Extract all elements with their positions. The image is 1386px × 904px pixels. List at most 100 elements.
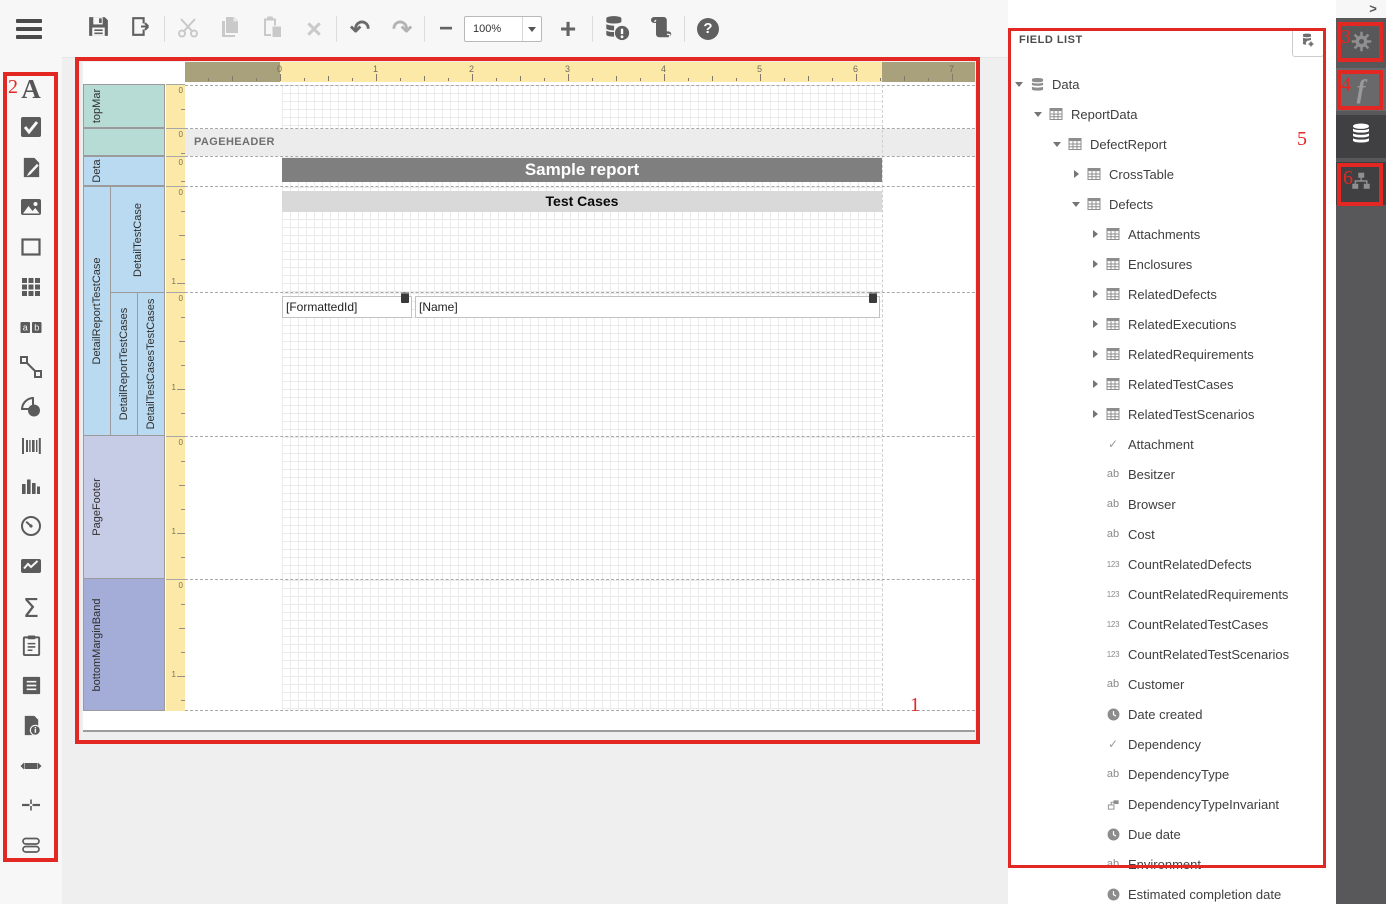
gauge-tool[interactable] bbox=[0, 509, 62, 549]
label-tool[interactable]: A bbox=[0, 70, 62, 110]
picture-tool[interactable] bbox=[0, 190, 62, 230]
band-row-bottom-margin[interactable] bbox=[185, 580, 975, 710]
tree-item[interactable]: abBrowser bbox=[1008, 489, 1336, 519]
tree-item[interactable]: RelatedRequirements bbox=[1008, 339, 1336, 369]
chevron-right-icon[interactable] bbox=[1086, 410, 1104, 418]
report-title-label[interactable]: Sample report bbox=[282, 158, 882, 182]
design-surface[interactable]: 01234567 00001010101 PAGEHEADER Sample r… bbox=[83, 62, 975, 732]
clipboard-tool[interactable] bbox=[0, 628, 62, 668]
data-dictionary-button[interactable] bbox=[1336, 115, 1386, 158]
chevron-down-icon[interactable] bbox=[1029, 112, 1047, 117]
field-list-options-button[interactable] bbox=[1292, 28, 1324, 57]
chevron-right-icon[interactable] bbox=[1086, 290, 1104, 298]
subreport-tool[interactable] bbox=[0, 828, 62, 868]
tree-item[interactable]: 123CountRelatedTestScenarios bbox=[1008, 639, 1336, 669]
band-row-detail-report-test-cases[interactable]: [FormattedId] [Name] bbox=[185, 293, 975, 436]
band-row-detail-test-case[interactable]: Test Cases bbox=[185, 187, 975, 292]
cross-band-tool[interactable] bbox=[0, 748, 62, 788]
paste-button[interactable] bbox=[254, 11, 290, 47]
band-label-detail-report-test-cases[interactable]: DetailReportTestCases bbox=[110, 292, 138, 436]
chart-tool[interactable] bbox=[0, 469, 62, 509]
chevron-right-icon[interactable] bbox=[1086, 320, 1104, 328]
tree-item[interactable]: DependencyTypeInvariant bbox=[1008, 789, 1336, 819]
richtext-tool[interactable] bbox=[0, 150, 62, 190]
tree-item[interactable]: 123CountRelatedRequirements bbox=[1008, 579, 1336, 609]
chevron-right-icon[interactable] bbox=[1067, 170, 1085, 178]
chevron-right-icon[interactable] bbox=[1086, 350, 1104, 358]
undo-button[interactable]: ↶ bbox=[342, 11, 378, 47]
tree-item[interactable]: RelatedDefects bbox=[1008, 279, 1336, 309]
toc-tool[interactable] bbox=[0, 668, 62, 708]
page-break-tool[interactable] bbox=[0, 788, 62, 828]
tree-item[interactable]: RelatedTestScenarios bbox=[1008, 399, 1336, 429]
tree-item[interactable]: DefectReport bbox=[1008, 129, 1336, 159]
band-label-detail-test-case[interactable]: DetailTestCase bbox=[110, 186, 165, 293]
band-label-detail-report-test-case[interactable]: DetailReportTestCase bbox=[83, 186, 111, 436]
expressions-button[interactable]: f bbox=[1336, 68, 1386, 111]
menu-button[interactable] bbox=[16, 19, 44, 41]
band-row-page-header[interactable]: PAGEHEADER bbox=[185, 129, 975, 156]
tree-item[interactable]: abCustomer bbox=[1008, 669, 1336, 699]
band-label-page-header[interactable] bbox=[83, 128, 165, 156]
copy-button[interactable] bbox=[212, 11, 248, 47]
tree-item[interactable]: ✓Attachment bbox=[1008, 429, 1336, 459]
tree-item[interactable]: Defects bbox=[1008, 189, 1336, 219]
help-button[interactable]: ? bbox=[690, 11, 726, 47]
chevron-right-icon[interactable] bbox=[1086, 230, 1104, 238]
tree-item[interactable]: Estimated completion date bbox=[1008, 879, 1336, 904]
script-button[interactable] bbox=[642, 11, 678, 47]
tree-item[interactable]: RelatedExecutions bbox=[1008, 309, 1336, 339]
tree-item[interactable]: ReportData bbox=[1008, 99, 1336, 129]
panel-tool[interactable] bbox=[0, 230, 62, 270]
tree-item[interactable]: Date created bbox=[1008, 699, 1336, 729]
shape-tool[interactable] bbox=[0, 389, 62, 429]
delete-button[interactable]: × bbox=[296, 11, 332, 47]
band-row-detail[interactable]: Sample report bbox=[185, 157, 975, 186]
tree-item[interactable]: abDependencyType bbox=[1008, 759, 1336, 789]
zoom-in-button[interactable]: + bbox=[550, 11, 586, 47]
chevron-down-icon[interactable] bbox=[1010, 82, 1028, 87]
tree-item[interactable]: ✓Dependency bbox=[1008, 729, 1336, 759]
tree-item[interactable]: abEnvironment bbox=[1008, 849, 1336, 879]
band-label-detail[interactable]: Deta bbox=[83, 156, 165, 186]
page-info-tool[interactable] bbox=[0, 708, 62, 748]
table-tool[interactable] bbox=[0, 269, 62, 309]
chevron-down-icon[interactable] bbox=[1048, 142, 1066, 147]
collapse-panel-chevron[interactable]: > bbox=[1362, 0, 1384, 18]
tree-item[interactable]: 123CountRelatedTestCases bbox=[1008, 609, 1336, 639]
sparkline-tool[interactable] bbox=[0, 549, 62, 589]
tree-item[interactable]: Data bbox=[1008, 69, 1336, 99]
data-source-warning-button[interactable] bbox=[598, 11, 634, 47]
barcode-tool[interactable] bbox=[0, 429, 62, 469]
chevron-right-icon[interactable] bbox=[1086, 380, 1104, 388]
band-label-bottom-margin[interactable]: bottomMarginBand bbox=[83, 578, 165, 711]
band-row-page-footer[interactable] bbox=[185, 437, 975, 579]
zoom-out-button[interactable]: − bbox=[428, 11, 464, 47]
character-comb-tool[interactable]: ab bbox=[0, 309, 62, 349]
chevron-down-icon[interactable] bbox=[1067, 202, 1085, 207]
band-label-detail-test-cases-test-cases[interactable]: DetailTestCasesTestCases bbox=[137, 292, 165, 436]
chevron-right-icon[interactable] bbox=[1086, 260, 1104, 268]
redo-button[interactable]: ↷ bbox=[384, 11, 420, 47]
export-button[interactable] bbox=[122, 11, 158, 47]
checkbox-tool[interactable] bbox=[0, 110, 62, 150]
summary-tool[interactable]: Σ bbox=[0, 589, 62, 629]
band-label-top-margin[interactable]: topMar bbox=[83, 84, 165, 128]
field-formattedid-textbox[interactable]: [FormattedId] bbox=[282, 296, 412, 318]
tree-item[interactable]: CrossTable bbox=[1008, 159, 1336, 189]
tree-item[interactable]: 123CountRelatedDefects bbox=[1008, 549, 1336, 579]
zoom-level-select[interactable]: 100% bbox=[464, 16, 542, 42]
tree-item[interactable]: abBesitzer bbox=[1008, 459, 1336, 489]
cut-button[interactable] bbox=[170, 11, 206, 47]
line-tool[interactable] bbox=[0, 349, 62, 389]
band-label-page-footer[interactable]: PageFooter bbox=[83, 435, 165, 579]
group-header-label[interactable]: Test Cases bbox=[282, 191, 882, 212]
tree-item[interactable]: RelatedTestCases bbox=[1008, 369, 1336, 399]
report-structure-button[interactable] bbox=[1336, 162, 1386, 205]
field-name-textbox[interactable]: [Name] bbox=[415, 296, 880, 318]
tree-item[interactable]: abCost bbox=[1008, 519, 1336, 549]
settings-button[interactable] bbox=[1336, 22, 1386, 65]
band-row-top-margin[interactable] bbox=[185, 85, 975, 128]
tree-item[interactable]: Enclosures bbox=[1008, 249, 1336, 279]
save-button[interactable] bbox=[80, 11, 116, 47]
